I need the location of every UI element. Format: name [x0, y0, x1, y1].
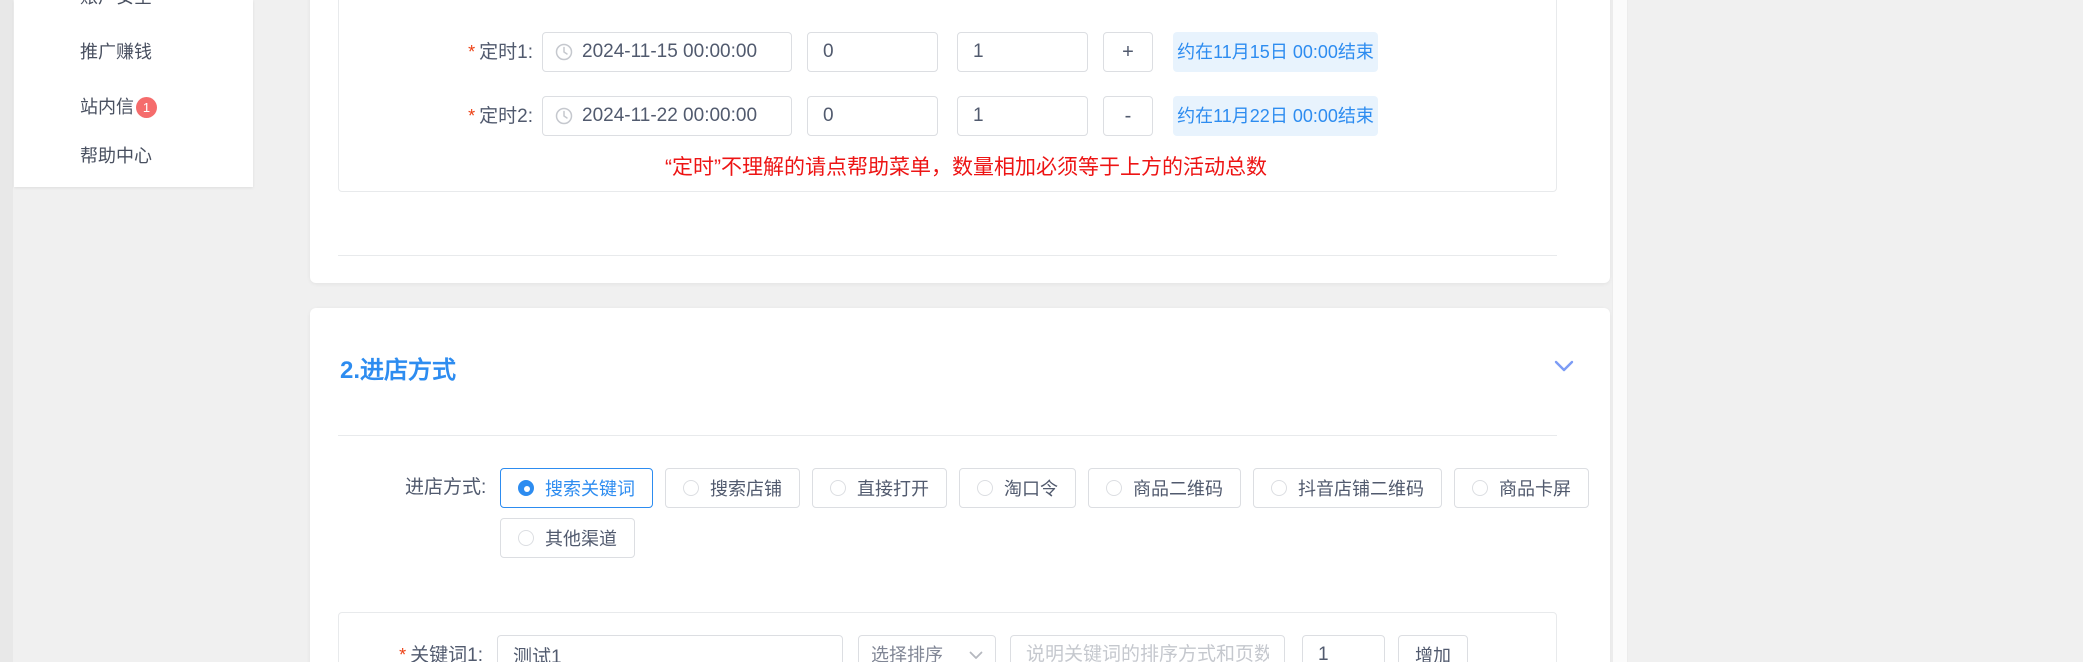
sidebar-item-help-center[interactable]: 帮助中心: [80, 145, 152, 167]
entry-method-options-row1: 搜索关键词 搜索店铺 直接打开 淘口令 商品二维码 抖音店铺二维码 商品卡屏: [500, 468, 1589, 508]
sort-select[interactable]: 选择排序: [858, 635, 996, 662]
timer2-end-hint-badge: 约在11月22日 00:00结束: [1173, 96, 1378, 136]
timer1-end-hint-badge: 约在11月15日 00:00结束: [1173, 32, 1378, 72]
required-asterisk: *: [468, 106, 475, 126]
sidebar-item-label: 账户安全: [80, 0, 152, 7]
radio-selected-icon: [518, 480, 534, 496]
timer-remove-row-button[interactable]: -: [1103, 96, 1153, 136]
timer1-count-start-input[interactable]: [807, 32, 938, 72]
radio-unselected-icon: [1106, 480, 1122, 496]
sidebar-item-label: 帮助中心: [80, 146, 152, 166]
radio-unselected-icon: [830, 480, 846, 496]
content-scrollbar-track[interactable]: [1612, 0, 1628, 662]
unread-count-badge: 1: [136, 97, 157, 118]
card-divider: [338, 435, 1557, 436]
radio-option-douyin-shop-qrcode[interactable]: 抖音店铺二维码: [1253, 468, 1442, 508]
clock-icon: [555, 43, 573, 61]
timer1-count-end-input[interactable]: [957, 32, 1088, 72]
radio-unselected-icon: [1472, 480, 1488, 496]
radio-option-product-qrcode[interactable]: 商品二维码: [1088, 468, 1241, 508]
timer2-count-start-input[interactable]: [807, 96, 938, 136]
keyword1-label: *关键词1:: [350, 635, 483, 662]
radio-option-direct-open[interactable]: 直接打开: [812, 468, 947, 508]
radio-unselected-icon: [977, 480, 993, 496]
radio-unselected-icon: [1271, 480, 1287, 496]
sidebar-item-label: 站内信: [80, 97, 134, 117]
timer1-datetime-value: 2024-11-15 00:00:00: [582, 33, 757, 71]
page-left-gutter: [0, 0, 13, 662]
radio-option-search-shop[interactable]: 搜索店铺: [665, 468, 800, 508]
timer-settings-card: *定时1: 2024-11-15 00:00:00 + 约在11月15日 00:…: [310, 0, 1610, 283]
timer2-label: *定时2:: [390, 96, 533, 136]
chevron-down-icon[interactable]: [1554, 360, 1574, 372]
entry-method-label: 进店方式:: [405, 468, 485, 508]
required-asterisk: *: [399, 645, 406, 662]
radio-option-product-card-screen[interactable]: 商品卡屏: [1454, 468, 1589, 508]
sidebar-item-promote-earn[interactable]: 推广赚钱: [80, 41, 152, 63]
clock-icon: [555, 107, 573, 125]
entry-method-options-row2: 其他渠道: [500, 518, 635, 558]
card-divider: [338, 255, 1557, 256]
timer-add-row-button[interactable]: +: [1103, 32, 1153, 72]
timer2-count-end-input[interactable]: [957, 96, 1088, 136]
radio-option-other-channel[interactable]: 其他渠道: [500, 518, 635, 558]
sidebar: 账户安全 推广赚钱 站内信1 帮助中心: [14, 0, 253, 187]
timer1-label: *定时1:: [390, 32, 533, 72]
add-keyword-button[interactable]: 增加: [1398, 635, 1468, 662]
sidebar-item-account-security[interactable]: 账户安全: [80, 0, 152, 8]
timer2-datetime-value: 2024-11-22 00:00:00: [582, 97, 757, 135]
keyword-sort-description-input[interactable]: [1010, 635, 1285, 662]
timer2-datetime-input[interactable]: 2024-11-22 00:00:00: [542, 96, 792, 136]
entry-method-card: 2.进店方式 进店方式: 搜索关键词 搜索店铺 直接打开 淘口令 商品二维码 抖…: [310, 308, 1610, 662]
sidebar-item-label: 推广赚钱: [80, 42, 152, 62]
timer-warning-note: “定时”不理解的请点帮助菜单，数量相加必须等于上方的活动总数: [665, 151, 1267, 181]
keyword-count-input[interactable]: [1302, 635, 1385, 662]
section-title: 2.进店方式: [340, 350, 456, 385]
radio-option-taokouling[interactable]: 淘口令: [959, 468, 1076, 508]
required-asterisk: *: [468, 42, 475, 62]
radio-unselected-icon: [518, 530, 534, 546]
radio-unselected-icon: [683, 480, 699, 496]
chevron-down-icon: [969, 636, 983, 662]
sidebar-item-site-mail[interactable]: 站内信1: [80, 96, 157, 118]
timer1-datetime-input[interactable]: 2024-11-15 00:00:00: [542, 32, 792, 72]
keyword1-input[interactable]: [497, 635, 843, 662]
radio-option-search-keyword[interactable]: 搜索关键词: [500, 468, 653, 508]
